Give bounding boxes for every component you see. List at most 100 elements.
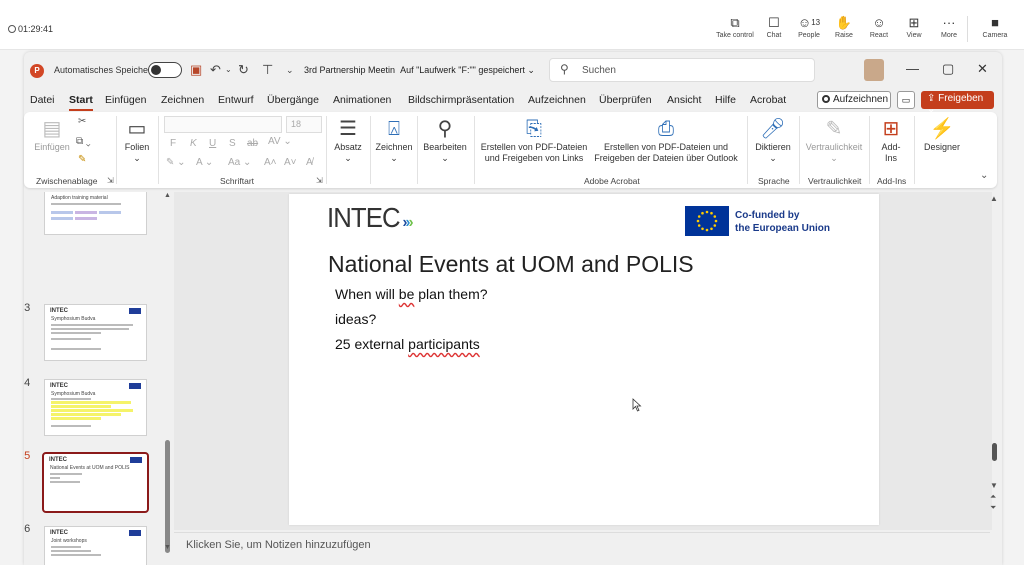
format-painter-icon[interactable]: ✎ [78,154,86,165]
tab-aufzeichnen[interactable]: Aufzeichnen [528,94,586,106]
scroll-down-icon[interactable]: ▼ [990,481,998,490]
save-icon[interactable]: ▣ [190,62,202,78]
tab-ueberpruefen[interactable]: Überprüfen [599,94,652,106]
undo-icon[interactable]: ↶ [210,62,221,78]
restore-icon[interactable]: ▢ [942,61,954,77]
slide-thumbnail-16[interactable]: INTEC Joint workshops [44,526,147,565]
strikethrough-icon[interactable]: ab [247,138,258,149]
document-name[interactable]: 3rd Partnership Meetin Auf "Laufwerk "F:… [304,65,535,76]
autosave-label: Automatisches Speichern [54,65,157,75]
comment-icon: ▭ [901,95,911,105]
avatar[interactable] [864,59,884,81]
slide-text-line-1[interactable]: When will be plan them? [335,286,488,302]
bold-icon[interactable]: F [170,138,176,149]
character-spacing-icon[interactable]: AV ⌄ [268,136,292,147]
microphone-icon: 🎤︎ [760,118,786,140]
current-slide[interactable]: INTEC ››› Co-funded by the European Union … [289,194,879,525]
pdf-share-outlook-button[interactable]: ⎙ Erstellen von PDF-Dateien und Freigeben … [589,116,743,164]
copy-icon[interactable]: ⧉ ⌄ [76,136,91,147]
scroll-up-icon[interactable]: ▲ [990,194,998,203]
shadow-icon[interactable]: S [229,138,236,149]
dictate-button[interactable]: 🎤︎ Diktieren ⌄ [751,116,795,164]
comments-button[interactable]: ▭ [897,91,915,109]
scroll-down-icon[interactable]: ▼ [164,544,171,551]
designer-button[interactable]: ⚡ Designer [918,116,966,153]
font-color-icon[interactable]: A ⌄ [196,157,213,168]
clipboard-launcher-icon[interactable]: ⇲ [107,176,114,185]
change-case-icon[interactable]: Aa ⌄ [228,157,251,168]
slide-title[interactable]: National Events at UOM and POLIS [328,251,694,278]
ribbon-separator [914,116,915,184]
paragraph-button[interactable]: ☰ Absatz ⌄ [330,116,366,164]
italic-icon[interactable]: K [190,138,197,149]
edit-button[interactable]: ⚲ Bearbeiten ⌄ [421,116,469,164]
draw-button[interactable]: ⍓ Zeichnen ⌄ [374,116,414,164]
chevron-down-icon: ⌄ [133,153,141,163]
previous-slide-icon[interactable]: ⏶ [990,492,996,502]
collapse-ribbon-icon[interactable]: ⌄ [980,170,988,181]
redo-icon[interactable]: ↻ [238,62,249,78]
toggle-knob [151,65,161,75]
font-launcher-icon[interactable]: ⇲ [316,176,323,185]
clear-formatting-icon[interactable]: A̸ [306,157,313,168]
scrollbar-thumb[interactable] [992,443,997,461]
powerpoint-window: P Automatisches Speichern ▣ ↶ ⌄ ↻ ⊤ ⌄ 3r… [24,52,1002,565]
slide-text-line-2[interactable]: ideas? [335,311,376,327]
tab-entwurf[interactable]: Entwurf [218,94,254,106]
scroll-up-icon[interactable]: ▲ [164,192,171,199]
undo-dropdown-icon[interactable]: ⌄ [225,62,232,78]
paste-button[interactable]: ▤ Einfügen [30,116,74,153]
customize-toolbar-icon[interactable]: ⌄ [286,62,294,78]
cut-icon[interactable]: ✂ [78,116,86,127]
tab-uebergaenge[interactable]: Übergänge [267,94,319,106]
slide-editor[interactable]: INTEC ››› Co-funded by the European Union … [174,192,992,530]
slide-thumbnail-15[interactable]: INTEC National Events at UOM and POLIS [42,452,149,513]
slide-thumbnail-14[interactable]: INTEC Symphosium Budva [44,379,147,436]
slides-button[interactable]: ▭ Folien ⌄ [120,116,154,164]
slide-thumbnail-12[interactable]: Adaption training material [44,192,147,235]
next-slide-icon[interactable]: ⏷ [990,503,996,513]
tab-hilfe[interactable]: Hilfe [715,94,736,106]
scrollbar-thumb[interactable] [165,440,170,553]
ribbon-separator [747,116,748,184]
decrease-font-icon[interactable]: A˅ [284,157,297,168]
record-icon [822,95,830,103]
thumb-text-line [51,546,81,548]
chevron-down-icon: ⌄ [769,153,777,163]
thumbnail-scrollbar[interactable]: ▲ ▼ [163,192,173,565]
sensitivity-button[interactable]: ✎ Vertraulichkeit ⌄ [803,116,865,164]
highlight-icon[interactable]: ✎ ⌄ [166,157,186,168]
thumb-highlight [51,405,111,408]
tab-zeichnen[interactable]: Zeichnen [161,94,204,106]
underline-icon[interactable]: U [209,138,216,149]
autosave-toggle[interactable] [148,62,182,78]
font-size-select[interactable]: 18 [286,116,322,133]
search-box[interactable]: ⚲ Suchen [549,58,815,82]
tab-bildschirmpraesentation[interactable]: Bildschirmpräsentation [408,94,514,106]
slide-text-line-3[interactable]: 25 external participants [335,336,480,352]
increase-font-icon[interactable]: A˄ [264,157,277,168]
minimize-icon[interactable]: — [906,61,919,76]
slideshow-icon[interactable]: ⊤ [262,62,273,78]
close-icon[interactable]: ✕ [977,61,988,77]
group-clipboard: Zwischenablage [36,176,98,186]
share-button[interactable]: ⇪ Freigeben ⌄ [921,91,994,115]
thumb-logo: INTEC [50,308,68,314]
tab-start[interactable]: Start [69,94,93,111]
addins-button[interactable]: ⊞ Add- Ins [873,116,909,164]
record-button[interactable]: Aufzeichnen [817,91,891,109]
share-icon: ⇪ [927,93,936,104]
tab-datei[interactable]: Datei [30,94,55,106]
camera-button[interactable]: ■ Camera [970,14,1020,39]
font-family-select[interactable] [164,116,282,133]
ribbon-separator [370,116,371,184]
tab-animationen[interactable]: Animationen [333,94,391,106]
slide-scrollbar[interactable]: ▲ ▼ ⏶ ⏷ [990,192,1000,565]
slide-thumbnail-13[interactable]: INTEC Symphosium Budva [44,304,147,361]
tab-ansicht[interactable]: Ansicht [667,94,701,106]
tab-einfuegen[interactable]: Einfügen [105,94,146,106]
tab-acrobat[interactable]: Acrobat [750,94,786,106]
notes-pane[interactable]: Klicken Sie, um Notizen hinzuzufügen [174,532,990,565]
pdf-share-links-button[interactable]: ⎘ Erstellen von PDF-Dateien und Freigeben … [479,116,589,164]
camera-icon: ■ [991,15,999,30]
